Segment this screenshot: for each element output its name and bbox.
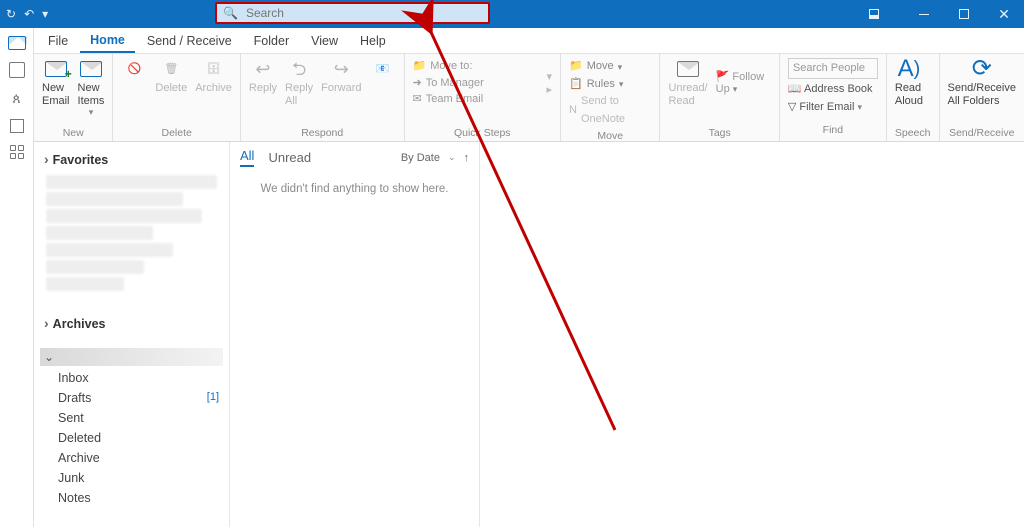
title-bar: ↻ ↶ ▾ 🔍 ✕ [0,0,1024,28]
ribbon-group-label: Delete [121,125,231,139]
search-people-input[interactable]: Search People [788,58,878,79]
search-input[interactable] [244,5,482,21]
undo-icon[interactable]: ↶ [24,7,34,21]
ribbon-group-label: Find [788,121,878,139]
archive-button: 🗄Archive [195,58,232,95]
ribbon-group-label: Speech [895,125,931,139]
mail-icon: ✉ [413,91,422,108]
reply-button: ↩Reply [249,58,277,95]
sort-by-date[interactable]: By Date ⌄ ↑ [401,152,469,164]
unread-read-button: Unread/ Read [668,58,707,107]
send-receive-all-button[interactable]: ⟳Send/Receive All Folders [948,58,1017,107]
quick-steps-expand-icon[interactable]: ▾▸ [541,70,553,96]
redacted-item [46,260,144,274]
folder-notes[interactable]: Notes [34,488,229,508]
redacted-item [46,277,124,291]
account-header[interactable] [40,348,223,366]
forward-button: ↪Forward [321,58,361,95]
reply-all-button: ⮌Reply All [285,58,313,107]
calendar-module-icon[interactable] [9,62,25,78]
search-box-highlight: 🔍 [215,2,490,24]
read-aloud-button[interactable]: A)Read Aloud [895,58,923,107]
ribbon-group-label: Send/Receive [948,125,1017,139]
delete-button: 🗑Delete [155,58,187,95]
menu-folder[interactable]: Folder [244,30,299,52]
menu-home[interactable]: Home [80,29,135,53]
filter-unread-tab[interactable]: Unread [268,150,311,165]
message-list-pane: All Unread By Date ⌄ ↑ We didn't find an… [230,142,480,527]
search-icon: 🔍 [223,6,238,20]
menu-view[interactable]: View [301,30,348,52]
redacted-item [46,192,183,206]
content-area: Favorites Archives Inbox Drafts[1] Sent … [34,142,1024,527]
ribbon-group-label: New [42,125,104,139]
send-to-onenote-button[interactable]: N Send to OneNote [569,93,651,128]
archives-header[interactable]: Archives [34,312,229,336]
folder-sent[interactable]: Sent [34,408,229,428]
quick-access-toolbar: ↻ ↶ ▾ [0,7,48,21]
ignore-icon: 🚫 [121,58,147,82]
ribbon-group-label: Quick Steps [413,125,553,139]
redacted-item [46,226,153,240]
close-button[interactable]: ✕ [984,0,1024,28]
qat-customize-icon[interactable]: ▾ [42,7,48,21]
follow-up-button[interactable]: 🚩 Follow Up ▾ [716,70,771,95]
ribbon-group-find: Search People 📖 Address Book ▽ Filter Em… [780,54,887,141]
ribbon-group-send-receive: ⟳Send/Receive All Folders Send/Receive [940,54,1024,141]
tasks-module-icon[interactable] [10,119,24,133]
respond-more-icon: 📧 [370,58,396,82]
ribbon-group-delete: 🚫 🗑Delete 🗄Archive Delete [113,54,240,141]
ribbon-group-move: 📁 Move ▾ 📋 Rules ▾ N Send to OneNote Mov… [561,54,660,141]
ribbon-group-label: Move [569,128,651,142]
folder-junk[interactable]: Junk [34,468,229,488]
folder-deleted[interactable]: Deleted [34,428,229,448]
ribbon-group-label: Respond [249,125,396,139]
window-controls: ✕ [854,0,1024,28]
ribbon-group-respond: ↩Reply ⮌Reply All ↪Forward 📧 Respond [241,54,405,141]
ribbon-group-new: +New Email New Items▾ New [34,54,113,141]
folder-icon: 📁 [413,58,427,75]
left-navigation-rail: ጰ [0,28,34,527]
folder-inbox[interactable]: Inbox [34,368,229,388]
minimize-button[interactable] [904,0,944,28]
more-apps-icon[interactable] [10,145,24,159]
forward-icon: ➜ [413,75,422,92]
new-items-button[interactable]: New Items▾ [78,58,105,118]
filter-all-tab[interactable]: All [240,148,254,167]
ribbon-group-quick-steps: 📁Move to: ➜To Manager ✉Team Email ▾▸ Qui… [405,54,562,141]
ribbon: +New Email New Items▾ New 🚫 🗑Delete 🗄Arc… [0,54,1024,142]
quick-steps-list[interactable]: 📁Move to: ➜To Manager ✉Team Email [413,58,533,108]
folder-pane: Favorites Archives Inbox Drafts[1] Sent … [34,142,230,527]
people-module-icon[interactable]: ጰ [12,90,20,107]
maximize-button[interactable] [944,0,984,28]
folder-drafts[interactable]: Drafts[1] [34,388,229,408]
redacted-item [46,175,217,189]
menu-send-receive[interactable]: Send / Receive [137,30,242,52]
menu-help[interactable]: Help [350,30,396,52]
filter-email-button[interactable]: ▽ Filter Email ▾ [788,99,862,116]
reading-pane [480,142,1024,527]
address-book-button[interactable]: 📖 Address Book [788,81,873,98]
redacted-item [46,209,202,223]
redacted-item [46,243,173,257]
menu-bar: File Home Send / Receive Folder View Hel… [0,28,1024,54]
new-email-button[interactable]: +New Email [42,58,70,107]
rules-button[interactable]: 📋 Rules ▾ [569,76,651,94]
sync-icon[interactable]: ↻ [6,7,16,21]
sort-direction-icon[interactable]: ↑ [464,152,470,164]
move-button[interactable]: 📁 Move ▾ [569,58,651,76]
ribbon-group-speech: A)Read Aloud Speech [887,54,940,141]
folder-archive[interactable]: Archive [34,448,229,468]
ribbon-group-tags: Unread/ Read 🚩 Follow Up ▾ Tags [660,54,779,141]
ribbon-display-options-icon[interactable] [854,0,894,28]
favorites-header[interactable]: Favorites [34,148,229,172]
mail-module-icon[interactable] [8,36,26,50]
empty-message: We didn't find anything to show here. [240,183,469,195]
ribbon-group-label: Tags [668,125,770,139]
menu-file[interactable]: File [38,30,78,52]
